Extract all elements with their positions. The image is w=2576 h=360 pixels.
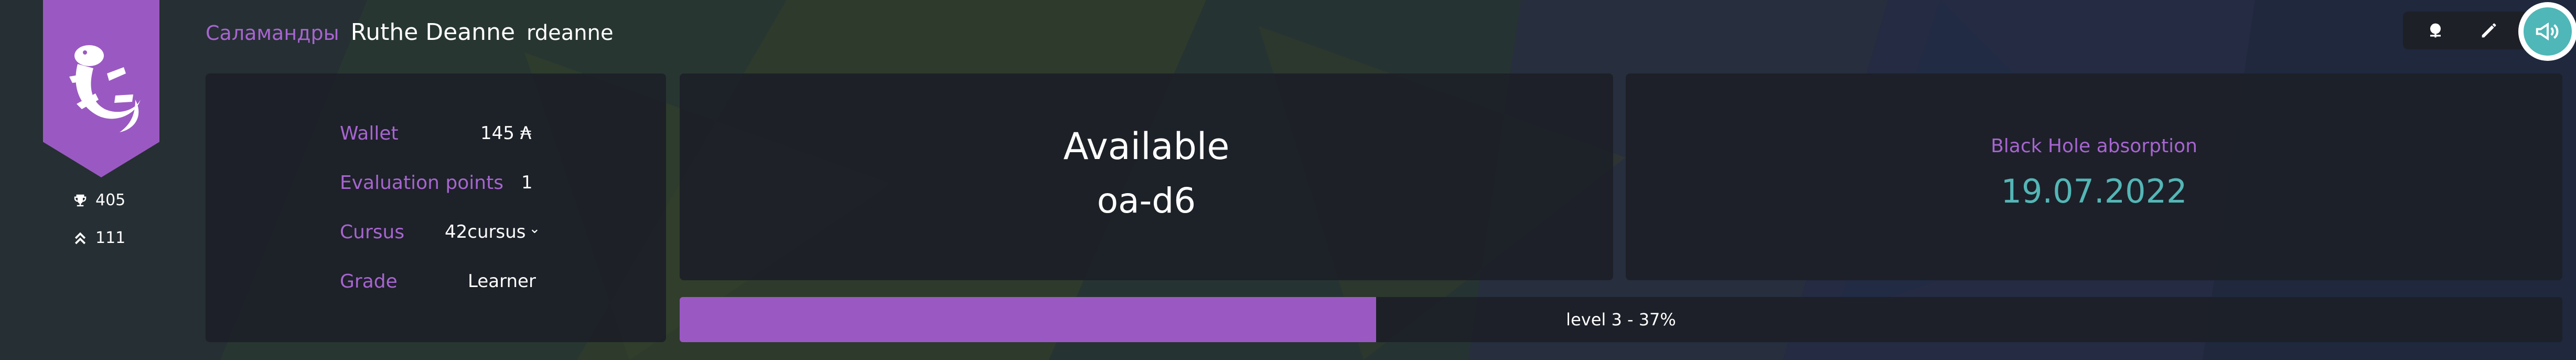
user-fullname: Ruthe Deanne (350, 19, 516, 46)
level-progress-bar: level 3 - 37% (680, 297, 2562, 342)
wallet-label: Wallet (340, 123, 399, 144)
announcements-button[interactable] (2518, 2, 2576, 61)
coalition-name-link[interactable]: Саламандры (206, 22, 339, 45)
cursus-value: 42cursus (445, 221, 526, 242)
profile-header: Саламандры Ruthe Deanne rdeanne (206, 19, 614, 50)
blackhole-panel: Black Hole absorption 19.07.2022 (1626, 73, 2562, 280)
globe-button[interactable] (2424, 19, 2447, 42)
user-login: rdeanne (527, 21, 614, 45)
rank-stat: 111 (72, 229, 125, 247)
grade-value: Learner (468, 271, 536, 292)
trophy-value: 405 (95, 191, 126, 209)
cursus-row: Cursus 42cursus ⌄ (206, 221, 666, 248)
location-status: Available (1063, 125, 1230, 168)
chevron-down-icon: ⌄ (529, 221, 541, 237)
grade-row: Grade Learner (206, 271, 666, 297)
trophy-icon (74, 194, 87, 206)
wallet-value: 145 ₳ (480, 123, 532, 144)
cursus-label: Cursus (340, 221, 405, 243)
announcements-badge (2524, 7, 2572, 56)
edit-profile-button[interactable] (2477, 19, 2500, 42)
evaluation-points-value: 1 (521, 172, 533, 193)
blackhole-date: 19.07.2022 (2001, 172, 2187, 210)
grade-label: Grade (340, 271, 398, 292)
salamander-icon (69, 45, 141, 132)
pencil-icon (2482, 23, 2496, 38)
globe-icon (2430, 23, 2441, 38)
cursus-select[interactable]: 42cursus ⌄ (445, 221, 540, 242)
location-panel: Available oa-d6 (680, 73, 1613, 280)
megaphone-icon (2536, 22, 2559, 41)
coalition-banner[interactable] (43, 0, 159, 177)
rank-value: 111 (95, 229, 126, 247)
location-host: oa-d6 (1097, 181, 1196, 221)
wallet-row: Wallet 145 ₳ (206, 123, 666, 149)
chevrons-up-icon (74, 232, 86, 244)
profile-toolbar (2403, 12, 2528, 49)
level-text: level 3 - 37% (1566, 310, 1676, 330)
blackhole-label: Black Hole absorption (1991, 135, 2197, 157)
user-info-panel: Wallet 145 ₳ Evaluation points 1 Cursus … (206, 73, 666, 342)
evaluation-points-label: Evaluation points (340, 172, 503, 194)
trophy-stat: 405 (72, 191, 125, 209)
evaluation-points-row: Evaluation points 1 (206, 172, 666, 198)
